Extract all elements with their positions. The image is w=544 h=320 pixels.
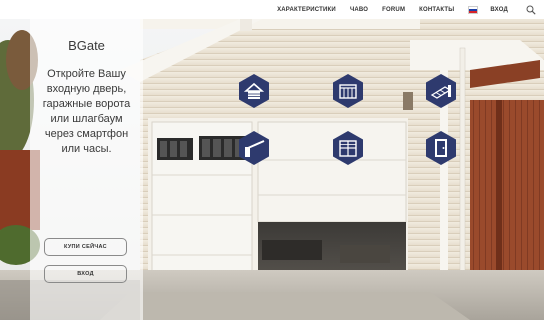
promo-panel: BGate Откройте Вашу входную дверь, гараж… <box>30 19 143 320</box>
buy-now-button[interactable]: КУПИ СЕЙЧАС <box>44 238 127 256</box>
top-navigation-bar: ХАРАКТЕРИСТИКИ ЧАВО FORUM КОНТАКТЫ ВХОД <box>0 0 544 19</box>
main-menu: ХАРАКТЕРИСТИКИ ЧАВО FORUM КОНТАКТЫ ВХОД <box>263 5 536 15</box>
language-flag-icon[interactable] <box>468 5 479 14</box>
nav-item-features[interactable]: ХАРАКТЕРИСТИКИ <box>277 7 336 13</box>
barrier-feature-icon[interactable] <box>236 130 272 166</box>
garage-door-feature-icon[interactable] <box>236 73 272 109</box>
nav-item-forum[interactable]: FORUM <box>382 7 405 13</box>
nav-item-contacts[interactable]: КОНТАКТЫ <box>419 7 454 13</box>
nav-item-faq[interactable]: ЧАВО <box>350 7 368 13</box>
login-button[interactable]: ВХОД <box>44 265 127 283</box>
search-icon[interactable] <box>526 5 536 15</box>
door-feature-icon[interactable] <box>423 130 459 166</box>
nav-login-link[interactable]: ВХОД <box>490 7 508 13</box>
sliding-gate-feature-icon[interactable] <box>423 73 459 109</box>
fence-gate-feature-icon[interactable] <box>330 130 366 166</box>
gate-feature-icon[interactable] <box>330 73 366 109</box>
brand-title: BGate <box>68 38 105 53</box>
tagline-text: Откройте Вашу входную дверь, гаражные во… <box>42 68 131 155</box>
